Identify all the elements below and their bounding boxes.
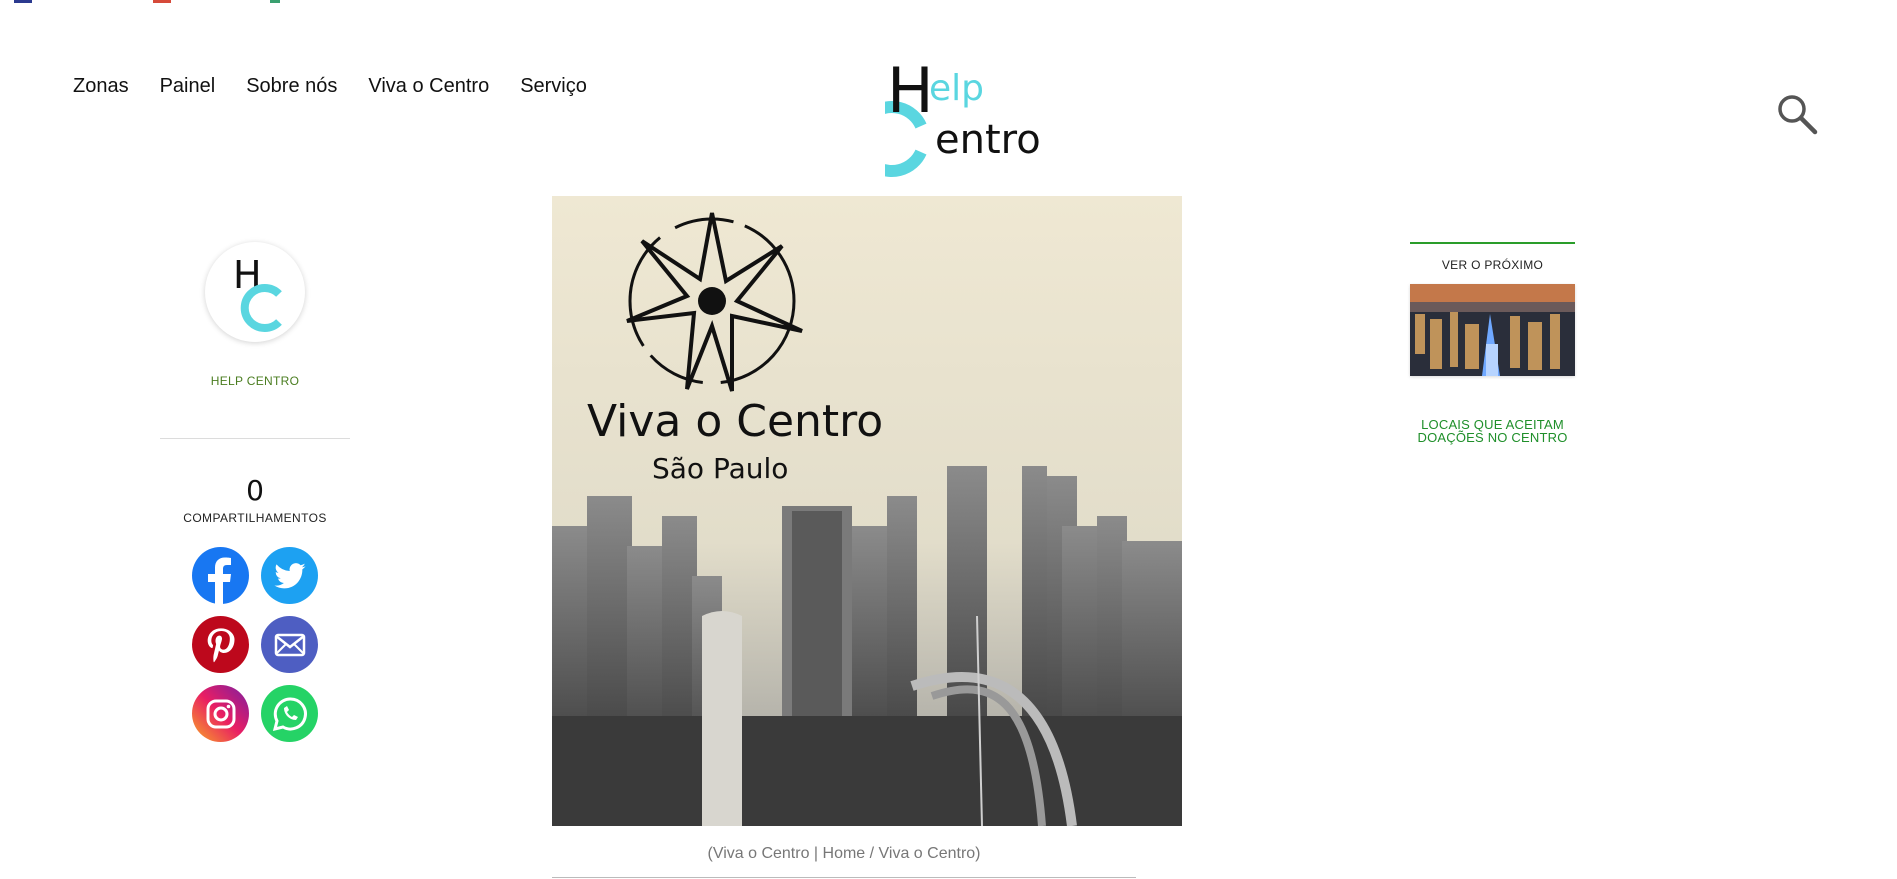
top-strip — [0, 0, 1897, 4]
twitter-icon — [273, 562, 306, 588]
logo-elp-text: elp — [929, 68, 984, 109]
nav-item-sobre-nos[interactable]: Sobre nós — [246, 74, 337, 98]
twitter-share-button[interactable] — [261, 547, 318, 604]
next-post-panel: VER O PRÓXIMO LOCAIS QUE ACEITAM DOAÇÕES… — [1410, 242, 1575, 444]
author-share-panel: H HELP CENTRO 0 COMPARTILHAMENTOS — [160, 242, 350, 742]
email-icon — [274, 633, 305, 656]
top-mark — [270, 0, 280, 3]
next-post-link[interactable]: LOCAIS QUE ACEITAM DOAÇÕES NO CENTRO — [1410, 418, 1575, 444]
search-icon[interactable] — [1776, 93, 1820, 137]
top-mark — [153, 0, 171, 3]
logo-entro-text: entro — [935, 117, 1041, 163]
social-share-buttons — [192, 547, 318, 742]
hero-subtitle: São Paulo — [652, 452, 788, 485]
nav-item-servico[interactable]: Serviço — [520, 74, 587, 98]
instagram-icon — [206, 699, 235, 728]
pinterest-share-button[interactable] — [192, 616, 249, 673]
whatsapp-share-button[interactable] — [261, 685, 318, 742]
divider — [552, 877, 1136, 878]
email-share-button[interactable] — [261, 616, 318, 673]
avatar[interactable]: H — [205, 242, 305, 342]
viva-o-centro-image: Viva o Centro São Paulo — [552, 196, 1182, 826]
image-caption: (Viva o Centro | Home / Viva o Centro) — [707, 845, 981, 862]
site-logo[interactable]: H elp entro — [885, 58, 1045, 192]
logo-h-letter: H — [887, 58, 934, 127]
divider — [1410, 242, 1575, 244]
next-post-thumbnail[interactable] — [1410, 284, 1575, 376]
hc-logo-icon: H — [233, 253, 282, 332]
nav-item-painel[interactable]: Painel — [160, 74, 216, 98]
divider — [160, 438, 350, 439]
hero-image[interactable]: Viva o Centro São Paulo — [552, 196, 1182, 826]
pinterest-icon — [207, 627, 234, 662]
nav-item-zonas[interactable]: Zonas — [73, 74, 129, 98]
whatsapp-icon — [272, 696, 307, 731]
share-count: 0 — [246, 474, 264, 507]
top-mark — [14, 0, 32, 3]
instagram-share-button[interactable] — [192, 685, 249, 742]
white-building — [702, 611, 742, 826]
city-night-image — [1410, 284, 1575, 376]
next-label: VER O PRÓXIMO — [1441, 258, 1544, 272]
nav-item-viva-o-centro[interactable]: Viva o Centro — [368, 74, 489, 98]
main-nav: Zonas Painel Sobre nós Viva o Centro Ser… — [73, 74, 618, 98]
facebook-share-button[interactable] — [192, 547, 249, 604]
facebook-icon — [208, 557, 231, 604]
share-label: COMPARTILHAMENTOS — [183, 511, 327, 525]
author-name[interactable]: HELP CENTRO — [160, 374, 350, 388]
hero-title: Viva o Centro — [587, 396, 883, 447]
